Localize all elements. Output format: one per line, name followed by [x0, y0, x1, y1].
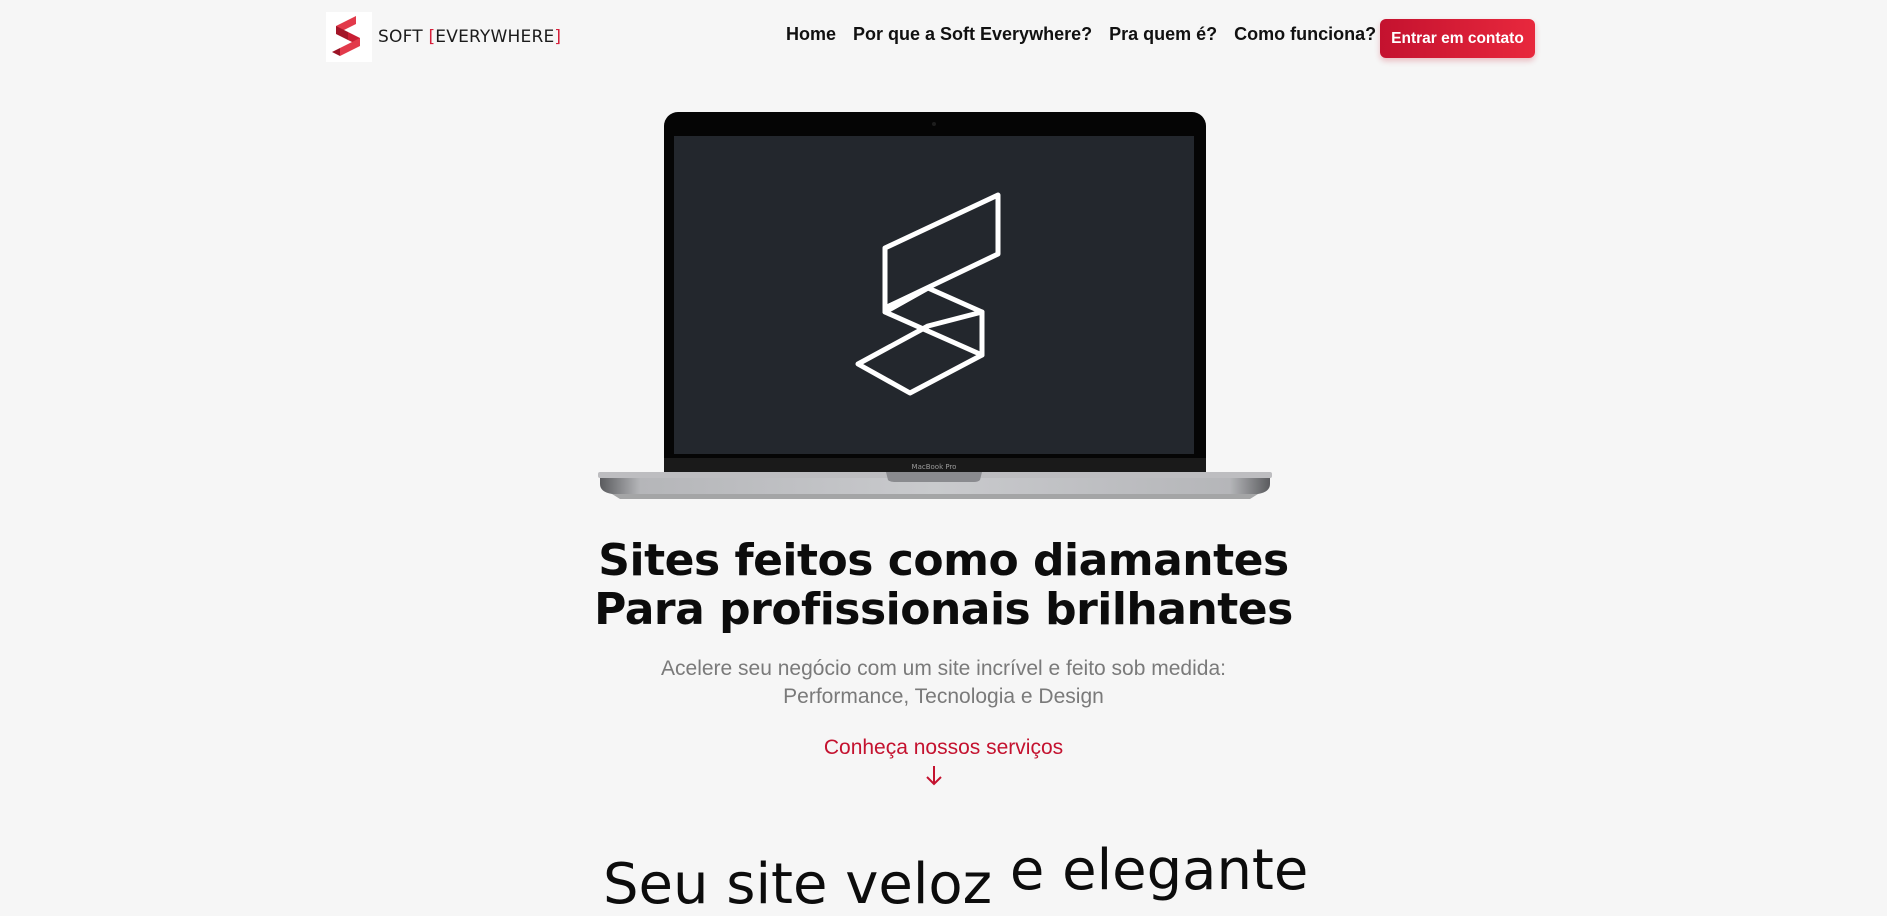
services-link[interactable]: Conheça nossos serviços — [0, 736, 1887, 760]
logo-word-everywhere: EVERYWHERE — [435, 27, 555, 47]
section-title-part1: Seu site veloz — [603, 852, 993, 916]
site-header: SOFT [EVERYWHERE] Home Por que a Soft Ev… — [0, 0, 1887, 76]
nav-como-funciona[interactable]: Como funciona? — [1234, 24, 1376, 45]
hero-subtitle-line1: Acelere seu negócio com um site incrível… — [661, 657, 1226, 680]
hero-subtitle: Acelere seu negócio com um site incrível… — [0, 655, 1887, 711]
nav-home[interactable]: Home — [786, 24, 836, 45]
logo[interactable]: SOFT [EVERYWHERE] — [326, 12, 561, 62]
logo-text: SOFT [EVERYWHERE] — [378, 27, 561, 47]
landing-page: SOFT [EVERYWHERE] Home Por que a Soft Ev… — [0, 0, 1887, 916]
hero-title-line2: Para profissionais brilhantes — [594, 584, 1293, 635]
laptop-image: MacBook Pro — [598, 112, 1272, 502]
logo-bracket-close: ] — [554, 27, 562, 47]
section-title-part2: e elegante — [1009, 838, 1309, 903]
laptop-screen — [674, 136, 1194, 454]
logo-word-soft: SOFT — [378, 27, 429, 47]
contact-button[interactable]: Entrar em contato — [1380, 19, 1535, 58]
hero-title: Sites feitos como diamantes Para profiss… — [0, 536, 1887, 634]
hero-title-line1: Sites feitos como diamantes — [598, 535, 1289, 586]
main-nav: Home Por que a Soft Everywhere? Pra quem… — [786, 24, 1393, 45]
logo-s-icon — [326, 12, 372, 62]
section-title: Seu site veloz e elegante — [603, 838, 1308, 916]
arrow-down-icon[interactable] — [924, 762, 944, 788]
nav-por-que[interactable]: Por que a Soft Everywhere? — [853, 24, 1092, 45]
laptop-model-label: MacBook Pro — [912, 463, 957, 471]
hero-subtitle-line2: Performance, Tecnologia e Design — [783, 685, 1104, 708]
nav-pra-quem[interactable]: Pra quem é? — [1109, 24, 1217, 45]
